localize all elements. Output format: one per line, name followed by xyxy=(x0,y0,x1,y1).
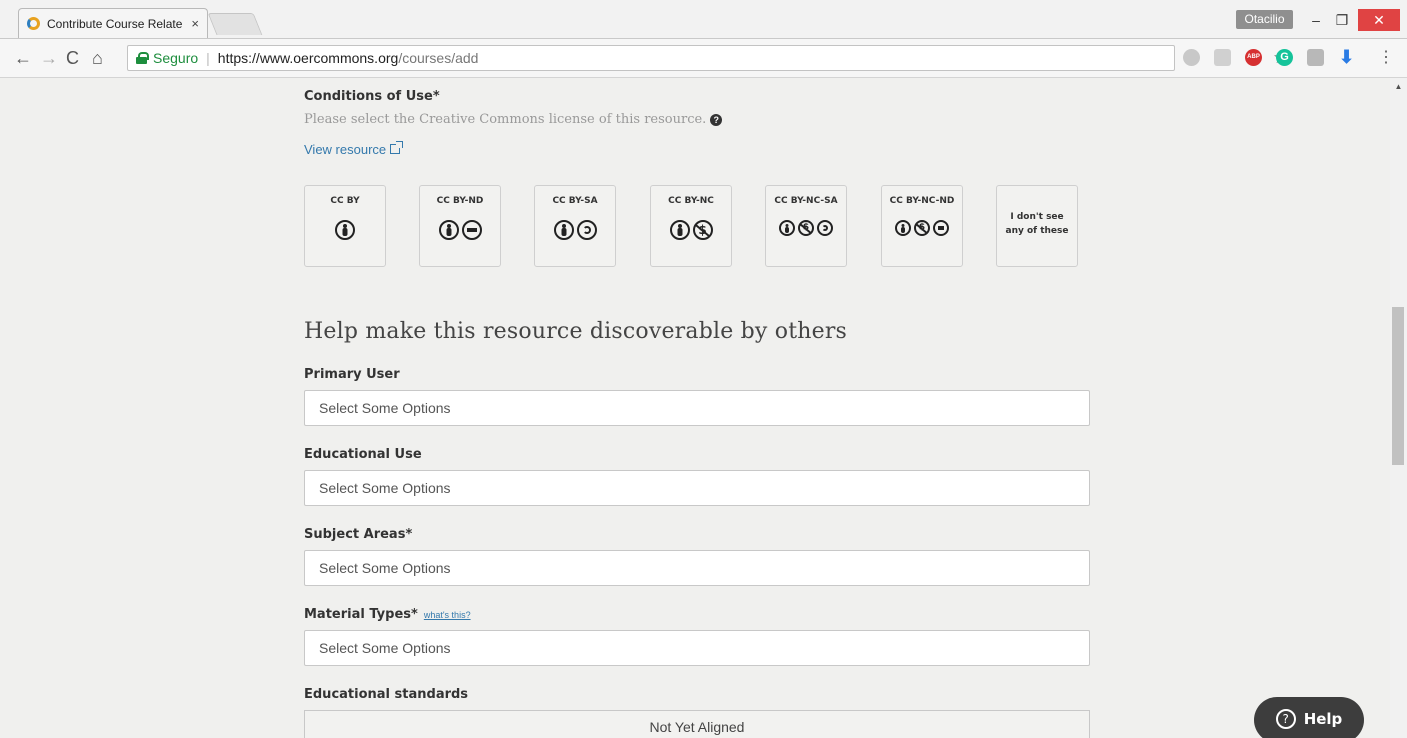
cc-non-commercial-icon xyxy=(798,220,814,236)
browser-menu-icon[interactable]: ⋮ xyxy=(1378,47,1394,69)
subject-areas-field: Subject Areas* Select Some Options xyxy=(304,527,1090,586)
address-bar[interactable]: Seguro | https://www.oercommons.org /cou… xyxy=(127,45,1288,71)
license-cc-by-nd[interactable]: CC BY-ND xyxy=(419,185,501,267)
help-button-label: Help xyxy=(1303,710,1343,728)
license-none-of-these[interactable]: I don't see any of these xyxy=(996,185,1078,267)
url-path: /courses/add xyxy=(398,50,479,66)
license-cc-by-nc[interactable]: CC BY-NC xyxy=(650,185,732,267)
license-cc-by-nc-sa[interactable]: CC BY-NC-SA xyxy=(765,185,847,267)
subject-areas-select[interactable]: Select Some Options xyxy=(304,550,1090,586)
educational-standards-value[interactable]: Not Yet Aligned xyxy=(304,710,1090,738)
cc-attribution-icon xyxy=(669,220,690,240)
pdf-extension-icon[interactable] xyxy=(1214,49,1231,66)
grammarly-extension-icon[interactable]: G xyxy=(1276,49,1293,66)
profile-button[interactable]: Otacilio xyxy=(1236,10,1293,29)
cc-attribution-icon xyxy=(438,220,459,240)
download-icon[interactable]: ⬇ xyxy=(1338,48,1355,66)
cc-attribution-icon xyxy=(895,220,911,236)
conditions-of-use-label: Conditions of Use* xyxy=(304,89,440,104)
section-heading: Help make this resource discoverable by … xyxy=(304,319,848,344)
educational-use-label: Educational Use xyxy=(304,447,422,462)
scroll-up-arrow-icon[interactable]: ▲ xyxy=(1390,78,1407,95)
license-cc-by-sa[interactable]: CC BY-SA xyxy=(534,185,616,267)
adblock-plus-extension-icon[interactable]: ABP xyxy=(1245,49,1262,66)
primary-user-label: Primary User xyxy=(304,367,400,382)
cc-non-commercial-icon xyxy=(914,220,930,236)
tab-title: Contribute Course Relate xyxy=(47,16,183,31)
scroll-thumb[interactable] xyxy=(1392,307,1404,465)
conditions-help-text: Please select the Creative Commons licen… xyxy=(304,112,723,127)
educational-standards-label: Educational standards xyxy=(304,687,469,702)
cc-attribution-icon xyxy=(779,220,795,236)
educational-use-field: Educational Use Select Some Options xyxy=(304,447,1090,506)
cc-share-alike-icon xyxy=(576,220,597,240)
extension-icon[interactable] xyxy=(1307,49,1324,66)
lock-icon xyxy=(136,52,149,64)
material-types-field: Material Types* what's this? Select Some … xyxy=(304,607,1090,666)
minimize-window-button[interactable]: – xyxy=(1302,9,1330,31)
cc-no-derivatives-icon xyxy=(933,220,949,236)
external-link-icon xyxy=(390,141,404,154)
back-icon[interactable]: ← xyxy=(14,47,32,69)
restore-window-button[interactable]: ❐ xyxy=(1328,9,1356,31)
oer-commons-favicon-icon xyxy=(27,17,40,30)
browser-tab[interactable]: Contribute Course Relate × xyxy=(18,8,208,38)
view-resource-link[interactable]: View resource xyxy=(304,141,404,157)
tab-strip: Contribute Course Relate × Otacilio – ❐ … xyxy=(0,0,1407,38)
browser-toolbar: ← → C ⌂ Seguro | https://www.oercommons.… xyxy=(0,38,1407,78)
tab-close-icon[interactable]: × xyxy=(191,16,199,31)
primary-user-select[interactable]: Select Some Options xyxy=(304,390,1090,426)
page-scrollbar[interactable]: ▲ xyxy=(1390,78,1407,738)
material-types-label: Material Types* what's this? xyxy=(304,607,471,622)
cc-attribution-icon xyxy=(553,220,574,240)
material-types-select[interactable]: Select Some Options xyxy=(304,630,1090,666)
license-cc-by-nc-nd[interactable]: CC BY-NC-ND xyxy=(881,185,963,267)
license-options: CC BY CC BY-ND CC BY-SA CC BY-NC $ CC BY… xyxy=(304,185,1090,267)
new-tab-button[interactable] xyxy=(207,13,263,35)
cc-share-alike-icon xyxy=(817,220,833,236)
question-circle-icon[interactable]: ? xyxy=(710,114,723,126)
cc-non-commercial-icon xyxy=(692,220,713,240)
educational-use-select[interactable]: Select Some Options xyxy=(304,470,1090,506)
url-separator: | xyxy=(206,50,210,66)
license-cc-by[interactable]: CC BY xyxy=(304,185,386,267)
forward-icon[interactable]: → xyxy=(40,47,58,69)
educational-standards-field: Educational standards Not Yet Aligned xyxy=(304,687,1090,738)
subject-areas-label: Subject Areas* xyxy=(304,527,413,542)
close-window-button[interactable]: ✕ xyxy=(1358,9,1400,31)
url-host: https://www.oercommons.org xyxy=(217,50,399,66)
skype-extension-icon[interactable] xyxy=(1183,49,1200,66)
home-icon[interactable]: ⌂ xyxy=(92,47,103,69)
whats-this-link[interactable]: what's this? xyxy=(424,610,471,620)
help-circle-icon: ? xyxy=(1275,709,1296,729)
reload-icon[interactable]: C xyxy=(66,47,79,69)
cc-attribution-icon xyxy=(335,220,355,240)
cc-no-derivatives-icon xyxy=(461,220,482,240)
secure-label: Seguro xyxy=(153,50,199,66)
help-button[interactable]: ? Help xyxy=(1254,697,1364,738)
primary-user-field: Primary User Select Some Options xyxy=(304,367,1090,426)
